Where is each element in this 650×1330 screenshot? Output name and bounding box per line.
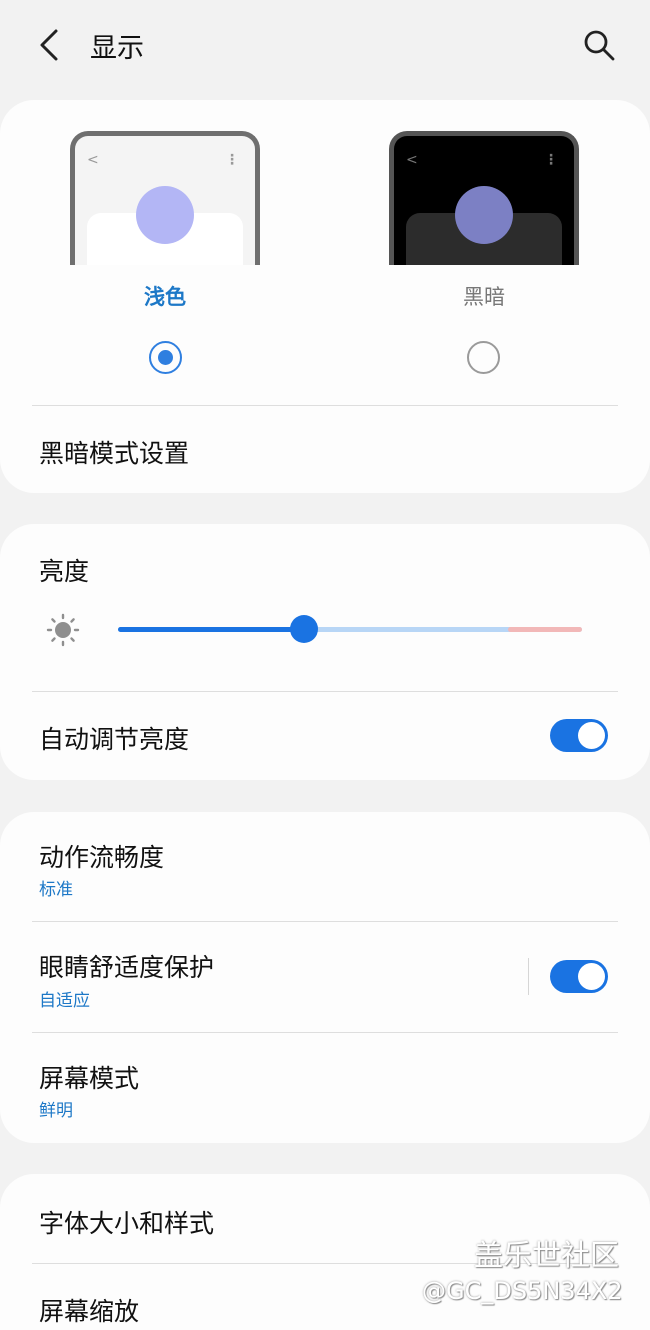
screen-zoom-item[interactable]: 屏幕缩放 <box>39 1292 139 1328</box>
page-title: 显示 <box>90 33 144 64</box>
preview-more-icon: ⋮ <box>544 152 558 168</box>
motion-smoothness-value: 标准 <box>39 880 73 900</box>
preview-more-icon: ⋮ <box>225 152 239 168</box>
eye-comfort-title: 眼睛舒适度保护 <box>39 953 215 982</box>
divider <box>32 691 618 692</box>
preview-avatar <box>136 186 194 244</box>
slider-thumb[interactable] <box>289 615 318 643</box>
sun-icon <box>46 613 80 647</box>
divider <box>32 405 618 406</box>
light-theme-preview[interactable]: < ⋮ <box>70 131 260 265</box>
font-size-style-item[interactable]: 字体大小和样式 <box>39 1204 214 1240</box>
watermark-title: 盖乐世社区 <box>474 1238 620 1272</box>
dark-theme-preview[interactable]: < ⋮ <box>389 131 579 265</box>
preview-back-icon: < <box>87 152 99 168</box>
preview-back-icon: < <box>406 152 418 168</box>
back-arrow-icon[interactable] <box>36 28 64 62</box>
top-bar: 显示 <box>0 0 650 92</box>
auto-brightness-toggle[interactable] <box>550 719 608 752</box>
divider <box>32 1032 618 1033</box>
dark-theme-radio[interactable] <box>467 341 500 374</box>
light-theme-label[interactable]: 浅色 <box>105 281 225 311</box>
dark-theme-label[interactable]: 黑暗 <box>424 281 544 311</box>
slider-fill <box>118 627 304 632</box>
vertical-separator <box>528 958 529 995</box>
watermark-user: @GC_DS5N34X2 <box>422 1277 623 1305</box>
dark-mode-settings-item[interactable]: 黑暗模式设置 <box>39 434 189 470</box>
preview-avatar <box>455 186 513 244</box>
eye-comfort-toggle[interactable] <box>550 960 608 993</box>
brightness-slider[interactable] <box>118 611 582 647</box>
divider <box>32 921 618 922</box>
light-theme-radio[interactable] <box>149 341 182 374</box>
slider-track-high-range <box>507 627 582 632</box>
brightness-title: 亮度 <box>39 557 90 586</box>
screen-mode-title: 屏幕模式 <box>39 1064 140 1093</box>
eye-comfort-value: 自适应 <box>39 991 90 1011</box>
search-icon[interactable] <box>582 28 616 62</box>
auto-brightness-label: 自动调节亮度 <box>39 725 190 754</box>
screen-mode-value: 鲜明 <box>39 1101 73 1121</box>
motion-smoothness-title: 动作流畅度 <box>39 843 165 872</box>
